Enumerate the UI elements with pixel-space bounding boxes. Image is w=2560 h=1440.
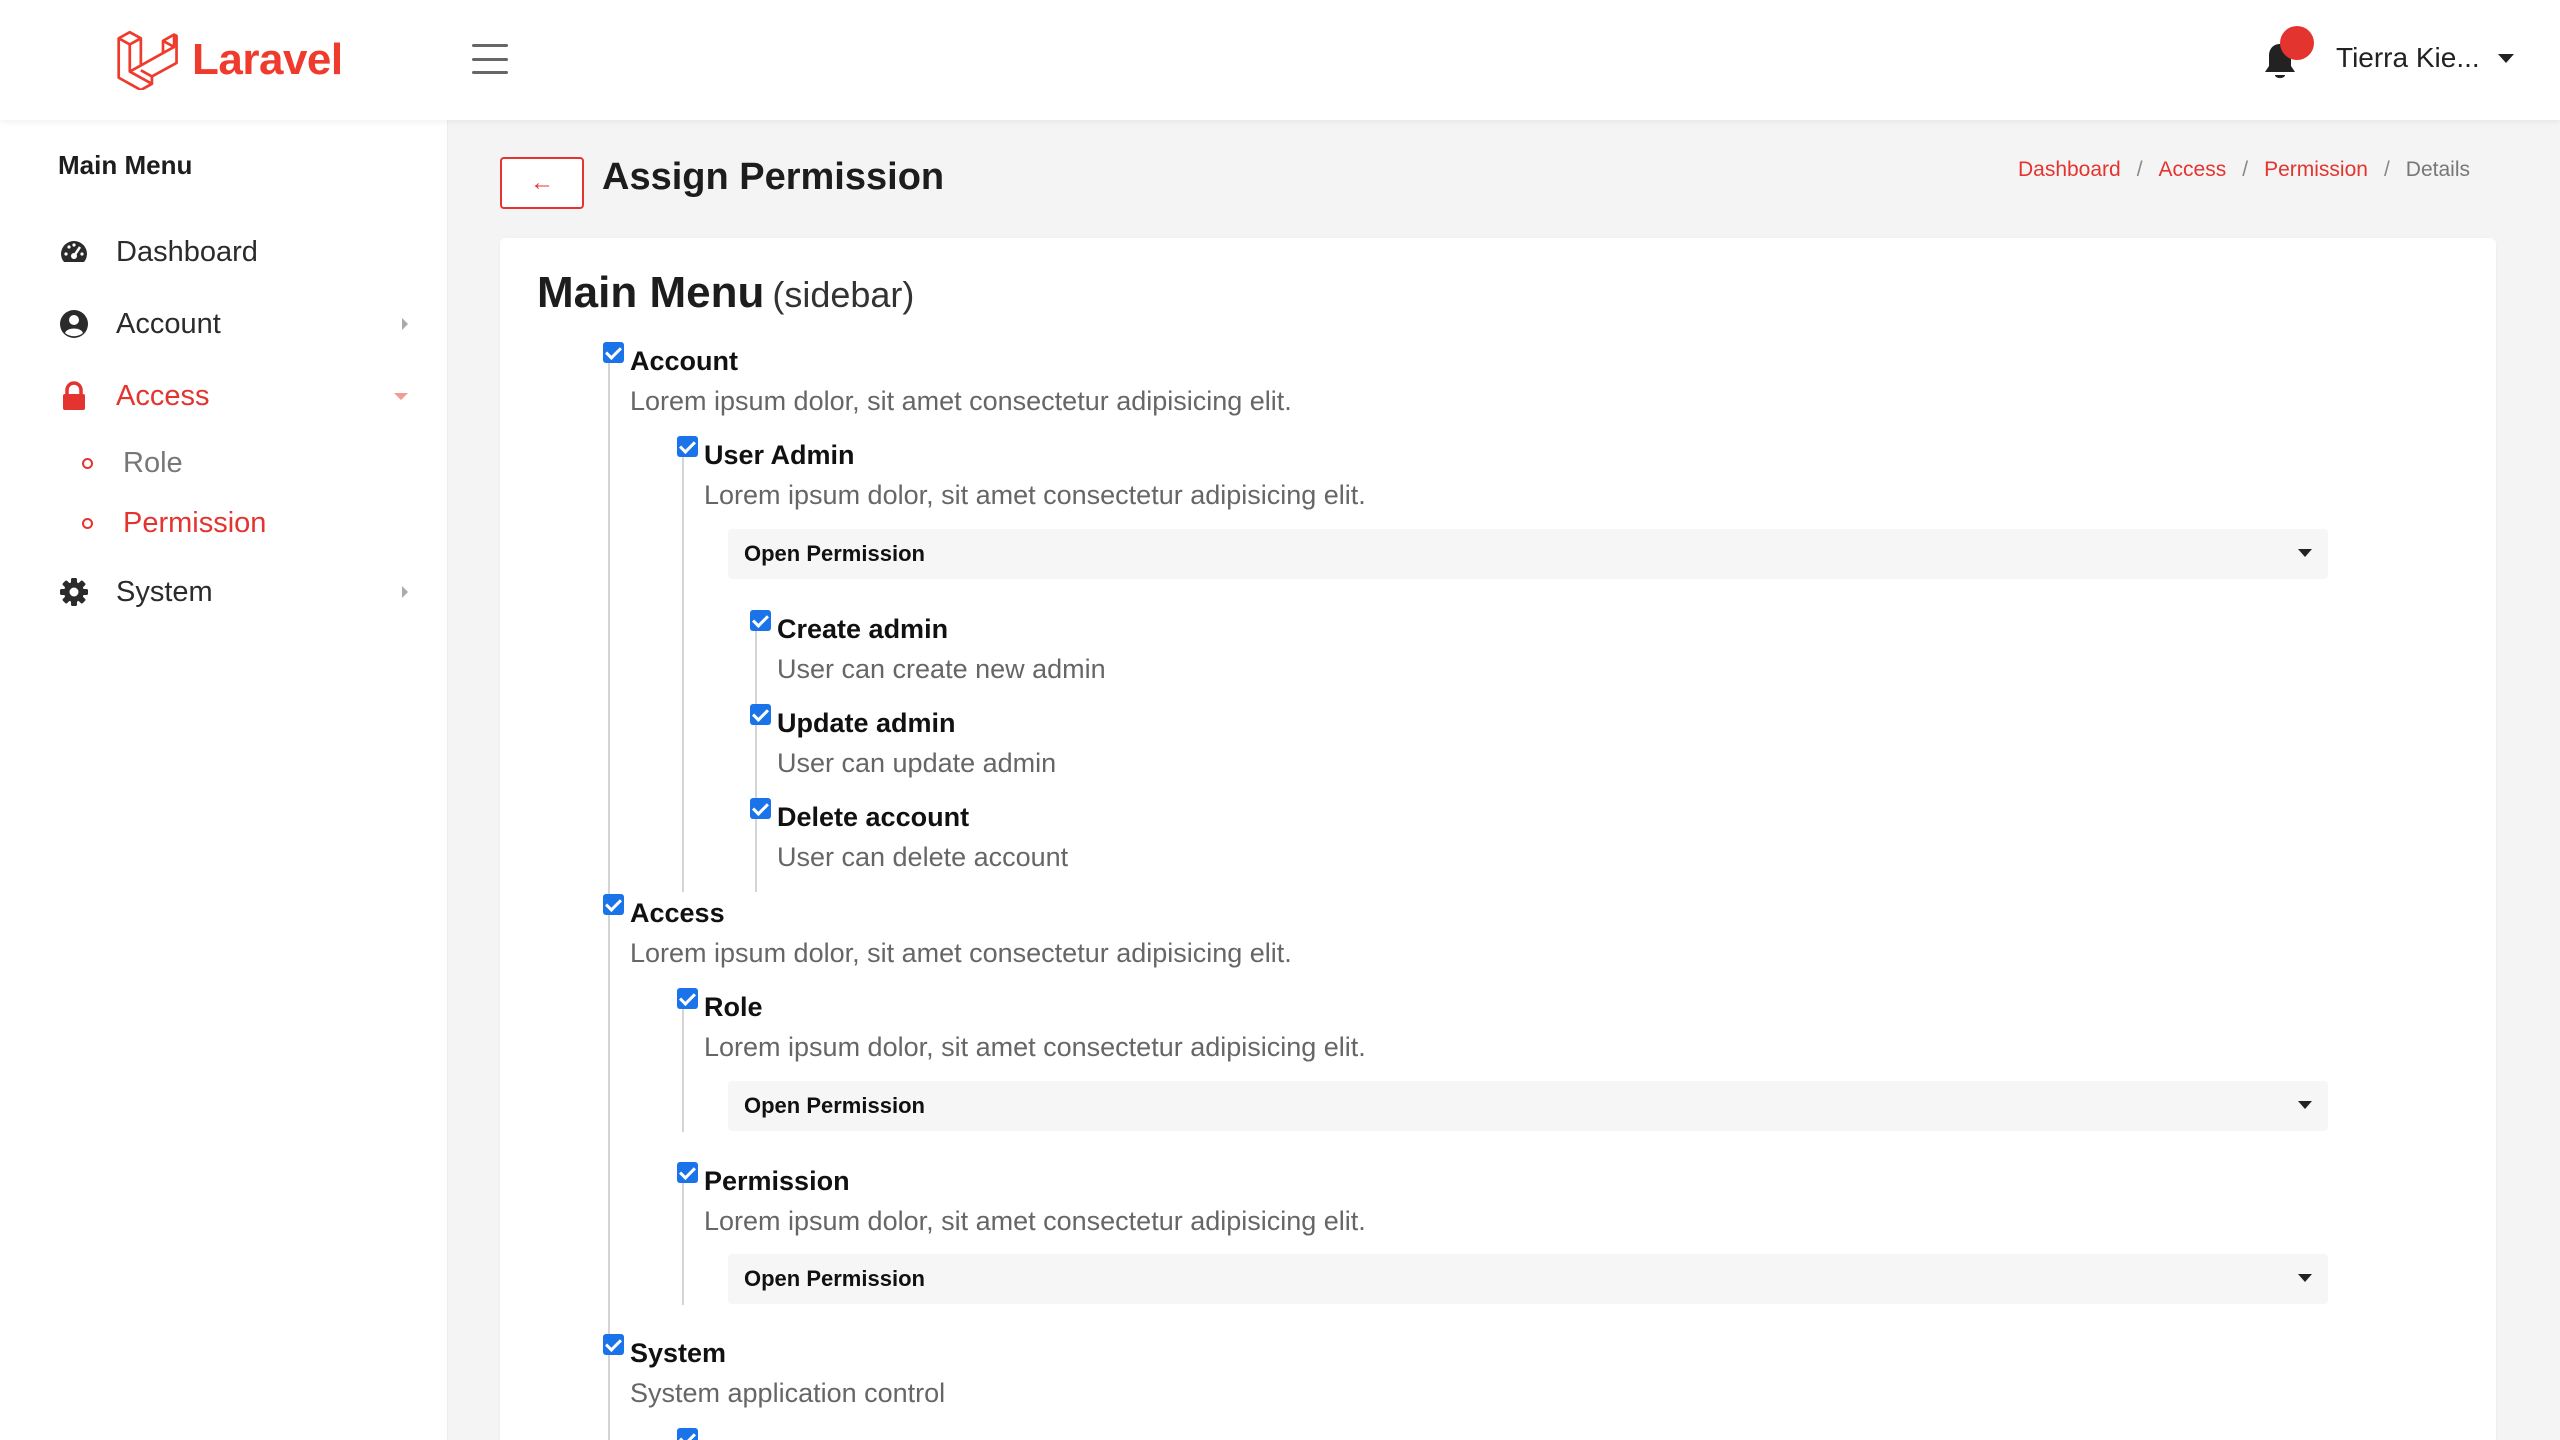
open-permission-toggle-user-admin[interactable]: Open Permission [728,529,2328,579]
permission-description: Lorem ipsum dolor, sit amet consectetur … [704,480,1366,510]
chevron-down-icon [2497,53,2514,63]
permission-description: Lorem ipsum dolor, sit amet consectetur … [630,938,1292,968]
open-permission-label: Open Permission [744,1093,925,1118]
permission-description: Lorem ipsum dolor, sit amet consectetur … [704,1206,1366,1236]
permission-name: Create admin [777,614,949,644]
circle-icon [82,517,93,529]
sidebar-item-label: Account [116,307,221,340]
user-menu-dropdown[interactable]: Tierra Kie... [2336,38,2514,78]
sidebar-subitem-label: Permission [123,506,267,539]
breadcrumb-permission[interactable]: Permission [2264,158,2368,182]
open-permission-label: Open Permission [744,541,925,566]
system-child-checkbox[interactable] [677,1428,698,1440]
sidebar-item-dashboard[interactable]: Dashboard [58,226,408,278]
sidebar-item-label: Dashboard [116,235,258,268]
breadcrumb: Dashboard / Access / Permission / Detail… [2017,158,2470,182]
account-checkbox[interactable] [603,342,624,363]
sidebar-item-access[interactable]: Access [58,370,408,422]
user-name: Tierra Kie... [2336,42,2480,73]
gauge-icon [58,236,90,268]
create-admin-checkbox[interactable] [750,610,771,631]
notification-badge [2280,26,2314,60]
open-permission-toggle-role[interactable]: Open Permission [728,1081,2328,1131]
update-admin-checkbox[interactable] [750,704,771,725]
role-checkbox[interactable] [677,988,698,1009]
permission-name: System [630,1338,727,1368]
tree-line [682,1008,684,1132]
card-heading-subtitle: (sidebar) [772,274,915,315]
open-permission-toggle-permission[interactable]: Open Permission [728,1254,2328,1304]
sidebar-item-label: Access [116,379,210,412]
sidebar: Main Menu Dashboard Account Access Role … [0,120,448,1440]
permission-name: Access [630,898,725,928]
tree-line [682,456,684,892]
page-title: Assign Permission [602,156,945,198]
card-heading-title: Main Menu [537,268,765,317]
sidebar-subitem-label: Role [123,446,183,479]
breadcrumb-access[interactable]: Access [2159,158,2227,182]
permission-checkbox[interactable] [677,1162,698,1183]
open-permission-label: Open Permission [744,1266,925,1291]
lock-icon [58,380,90,412]
circle-icon [82,457,93,469]
chevron-right-icon [402,318,408,330]
top-navbar: Laravel Tierra Kie... [0,0,2560,120]
sidebar-subitem-role[interactable]: Role [82,440,382,486]
tree-line [755,630,757,892]
sidebar-item-account[interactable]: Account [58,298,408,350]
sidebar-item-label: System [116,575,213,608]
delete-account-checkbox[interactable] [750,798,771,819]
caret-down-icon [2298,1274,2312,1282]
caret-down-icon [2298,1101,2312,1109]
access-checkbox[interactable] [603,894,624,915]
hamburger-icon [472,44,508,47]
card-heading: Main Menu (sidebar) [537,268,914,318]
sidebar-item-system[interactable]: System [58,566,408,618]
user-circle-icon [58,308,90,340]
user-admin-checkbox[interactable] [677,436,698,457]
breadcrumb-dashboard[interactable]: Dashboard [2018,158,2121,182]
permission-description: User can delete account [777,842,1069,872]
permission-name: Permission [704,1166,850,1196]
chevron-down-icon [394,393,408,400]
permission-name: Role [704,992,763,1022]
notifications-button[interactable] [2258,26,2314,84]
laravel-logo-icon [114,26,180,95]
chevron-right-icon [402,586,408,598]
permission-description: System application control [630,1378,946,1408]
permission-name: Account [630,346,738,376]
back-button[interactable]: ← [500,157,584,209]
sidebar-toggle-button[interactable] [472,44,508,74]
permission-description: User can create new admin [777,654,1106,684]
permission-description: Lorem ipsum dolor, sit amet consectetur … [630,386,1292,416]
brand-name: Laravel [192,35,343,84]
permission-name: Update admin [777,708,956,738]
gear-icon [58,576,90,608]
sidebar-subitem-permission[interactable]: Permission [82,500,382,546]
permission-name: Delete account [777,802,970,832]
permission-name: User Admin [704,440,855,470]
tree-line [682,1181,684,1305]
sidebar-title: Main Menu [58,150,193,180]
permission-description: User can update admin [777,748,1057,778]
breadcrumb-details: Details [2405,158,2470,181]
caret-down-icon [2298,549,2312,557]
permission-description: Lorem ipsum dolor, sit amet consectetur … [704,1032,1366,1062]
system-checkbox[interactable] [603,1334,624,1355]
brand[interactable]: Laravel [114,26,343,94]
